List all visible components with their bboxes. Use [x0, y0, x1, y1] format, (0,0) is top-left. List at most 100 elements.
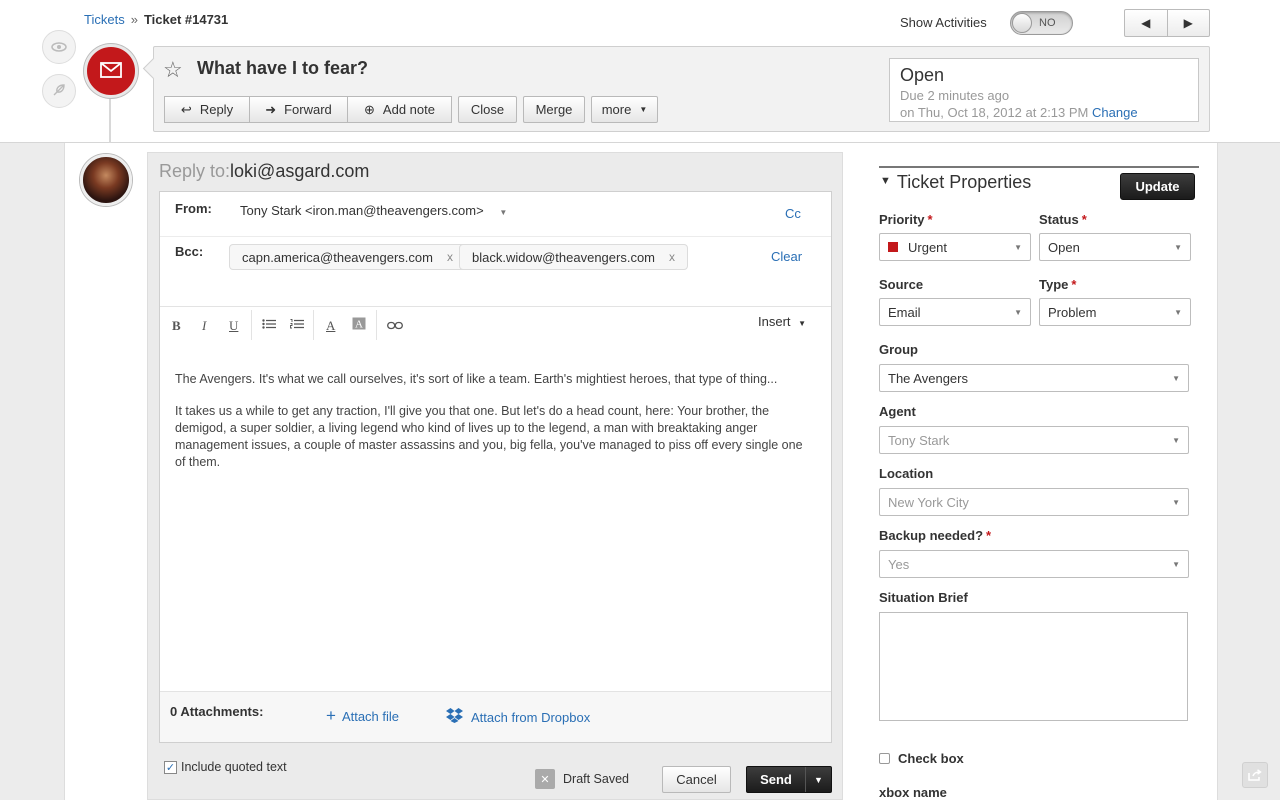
previous-ticket-button[interactable]: ◀ — [1125, 10, 1167, 36]
type-select[interactable]: Problem ▼ — [1039, 298, 1191, 326]
avatar — [80, 154, 132, 206]
caret-down-icon: ▼ — [639, 105, 648, 114]
reply-to-address: loki@asgard.com — [230, 161, 370, 181]
bcc-chip: capn.america@theavengers.com x — [229, 244, 466, 270]
reply-button[interactable]: ↩ Reply — [164, 96, 250, 123]
update-button[interactable]: Update — [1120, 173, 1195, 200]
toolbar-divider — [313, 310, 314, 340]
numbered-list-icon[interactable] — [290, 317, 304, 332]
highlight-icon[interactable]: A — [352, 317, 366, 333]
properties-title: Ticket Properties — [896, 172, 1032, 192]
caret-down-icon: ▼ — [1172, 559, 1180, 569]
remove-chip-button[interactable]: x — [669, 250, 675, 264]
priority-label: Priority * — [879, 212, 933, 227]
cc-link[interactable]: Cc — [785, 206, 801, 221]
caret-down-icon: ▼ — [814, 774, 823, 785]
send-button[interactable]: Send — [747, 767, 805, 792]
due-text: Due 2 minutes ago — [900, 88, 1010, 103]
type-label: Type * — [1039, 277, 1076, 292]
next-ticket-button[interactable]: ▶ — [1166, 10, 1210, 36]
check-box-option[interactable]: Check box — [879, 751, 964, 766]
update-label: Update — [1135, 179, 1180, 194]
properties-top-rule — [879, 166, 1199, 168]
location-select[interactable]: New York City ▼ — [879, 488, 1189, 516]
change-due-link[interactable]: Change — [1092, 105, 1138, 120]
toggle-knob — [1012, 13, 1032, 33]
plus-icon: + — [326, 706, 336, 725]
underline-icon[interactable]: U — [229, 318, 238, 334]
remove-chip-button[interactable]: x — [447, 250, 453, 264]
private-note-button[interactable] — [42, 74, 76, 108]
share-icon[interactable] — [1242, 762, 1268, 788]
status-select[interactable]: Open ▼ — [1039, 233, 1191, 261]
caret-down-icon: ▼ — [1014, 307, 1022, 317]
bold-icon[interactable]: B — [172, 318, 181, 334]
merge-label: Merge — [535, 102, 573, 117]
more-label: more — [601, 102, 632, 117]
attach-file-button[interactable]: + Attach file — [326, 706, 399, 726]
required-marker: * — [1071, 277, 1077, 292]
merge-button[interactable]: Merge — [523, 96, 585, 123]
italic-icon[interactable]: I — [202, 318, 206, 334]
more-actions-button[interactable]: more ▼ — [591, 96, 658, 123]
ticket-status: Open — [900, 65, 945, 85]
caret-left-icon: ◀ — [1141, 16, 1151, 30]
urgent-color-swatch — [888, 242, 898, 252]
source-value: Email — [888, 304, 921, 320]
source-select[interactable]: Email ▼ — [879, 298, 1031, 326]
svg-text:A: A — [355, 319, 363, 331]
agent-label: Agent — [879, 404, 916, 419]
toolbar-divider — [376, 310, 377, 340]
dropbox-icon — [446, 708, 463, 726]
due-date-line: on Thu, Oct 18, 2012 at 2:13 PM Change — [900, 105, 1188, 120]
toolbar-divider — [251, 310, 252, 340]
caret-down-icon: ▼ — [1172, 497, 1180, 507]
breadcrumb: Tickets » Ticket #14731 — [84, 12, 228, 27]
agent-select[interactable]: Tony Stark ▼ — [879, 426, 1189, 454]
forward-arrow-icon: ➜ — [265, 101, 277, 117]
bulleted-list-icon[interactable] — [262, 317, 276, 332]
close-label: Close — [470, 102, 505, 117]
caret-right-icon: ▶ — [1183, 16, 1193, 30]
group-label: Group — [879, 342, 918, 357]
caret-down-icon: ▼ — [798, 319, 807, 328]
breadcrumb-tickets-link[interactable]: Tickets — [84, 12, 125, 27]
editor-toolbar — [160, 306, 831, 346]
checkbox[interactable] — [879, 753, 890, 764]
forward-button[interactable]: ➜ Forward — [250, 96, 348, 123]
clear-bcc-link[interactable]: Clear — [771, 249, 802, 264]
draft-status: ✕ Draft Saved — [535, 769, 629, 789]
attach-dropbox-button[interactable]: Attach from Dropbox — [446, 708, 590, 726]
discard-draft-icon[interactable]: ✕ — [535, 769, 555, 789]
star-icon[interactable]: ☆ — [163, 57, 183, 83]
caret-down-icon: ▼ — [499, 208, 508, 217]
attach-file-label: Attach file — [341, 709, 400, 724]
properties-toggle[interactable]: ▼ Ticket Properties — [880, 172, 1031, 193]
send-button-group: Send ▼ — [746, 766, 832, 793]
link-icon[interactable] — [387, 319, 403, 334]
watch-button[interactable] — [42, 30, 76, 64]
forward-label: Forward — [284, 102, 332, 117]
toggle-state: NO — [1039, 17, 1056, 29]
font-color-icon[interactable]: A — [326, 318, 335, 334]
situation-brief-textarea[interactable] — [879, 612, 1188, 721]
priority-select[interactable]: Urgent ▼ — [879, 233, 1031, 261]
add-note-button[interactable]: ⊕ Add note — [348, 96, 452, 123]
insert-menu[interactable]: Insert ▼ — [758, 314, 806, 329]
xbox-name-label: xbox name — [879, 785, 947, 800]
from-select[interactable]: Tony Stark <iron.man@theavengers.com> ▼ — [240, 203, 507, 218]
status-value: Open — [1048, 239, 1080, 255]
cancel-button[interactable]: Cancel — [662, 766, 731, 793]
agent-value: Tony Stark — [888, 432, 950, 448]
backup-select[interactable]: Yes ▼ — [879, 550, 1189, 578]
send-options-button[interactable]: ▼ — [805, 767, 831, 792]
close-ticket-button[interactable]: Close — [458, 96, 517, 123]
send-label: Send — [760, 772, 792, 787]
group-select[interactable]: The Avengers ▼ — [879, 364, 1189, 392]
reply-body-editor[interactable]: The Avengers. It's what we call ourselve… — [175, 371, 815, 471]
checkbox-checked-icon[interactable]: ✓ — [164, 760, 177, 774]
include-quoted-option[interactable]: ✓ Include quoted text — [164, 760, 287, 774]
show-activities-toggle[interactable]: NO — [1010, 11, 1073, 35]
status-label: Status * — [1039, 212, 1087, 227]
caret-down-icon: ▼ — [1174, 307, 1182, 317]
